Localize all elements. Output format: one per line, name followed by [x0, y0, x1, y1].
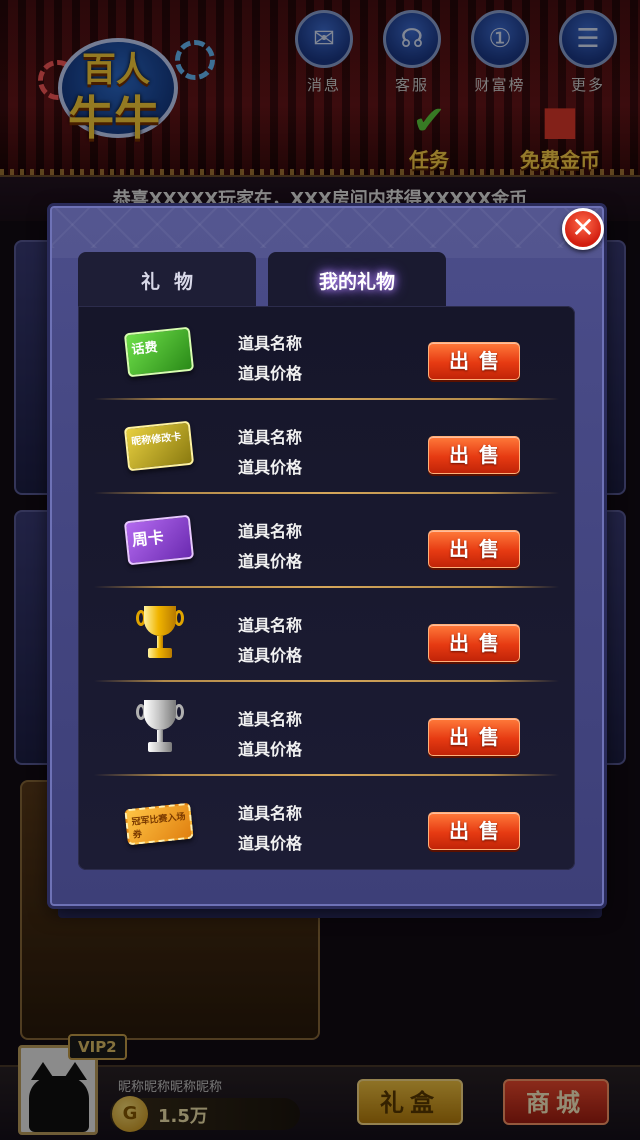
item-icon-text: 昵称修改卡 [123, 420, 195, 472]
item-name: 道具名称 [238, 804, 303, 823]
my-gifts-list: 话费 道具名称 道具价格 出售 昵称修改卡 道具名称 道具价格 出售 周卡 道具… [78, 306, 575, 870]
item-icon-text: 周卡 [123, 514, 195, 566]
rename-card-icon: 昵称修改卡 [122, 418, 198, 474]
list-item: 话费 道具名称 道具价格 出售 [78, 306, 575, 400]
item-name: 道具名称 [238, 616, 303, 635]
week-card-icon: 周卡 [122, 512, 198, 568]
item-price: 道具价格 [238, 646, 303, 665]
sell-button[interactable]: 出售 [428, 342, 520, 380]
item-price: 道具价格 [238, 458, 303, 477]
list-item: 道具名称 道具价格 出售 [78, 588, 575, 682]
item-price: 道具价格 [238, 552, 303, 571]
sell-button[interactable]: 出售 [428, 436, 520, 474]
item-price: 道具价格 [238, 740, 303, 759]
sell-button[interactable]: 出售 [428, 718, 520, 756]
gold-trophy-icon [122, 606, 198, 662]
sell-button[interactable]: 出售 [428, 530, 520, 568]
close-icon: ✕ [571, 211, 595, 244]
item-price: 道具价格 [238, 834, 303, 853]
list-item: 昵称修改卡 道具名称 道具价格 出售 [78, 400, 575, 494]
item-icon-text: 冠军比赛入场券 [124, 802, 194, 846]
item-icon-text: 话费 [123, 326, 195, 378]
list-item: 周卡 道具名称 道具价格 出售 [78, 494, 575, 588]
match-ticket-icon: 冠军比赛入场券 [122, 794, 198, 850]
trophy-shape [136, 606, 184, 662]
item-price: 道具价格 [238, 364, 303, 383]
tab-my-gifts[interactable]: 我的礼物 [268, 252, 446, 310]
tab-gifts[interactable]: 礼物 [78, 252, 256, 310]
sell-button[interactable]: 出售 [428, 624, 520, 662]
list-item: 冠军比赛入场券 道具名称 道具价格 出售 [78, 776, 575, 870]
item-name: 道具名称 [238, 334, 303, 353]
sell-button[interactable]: 出售 [428, 812, 520, 850]
item-name: 道具名称 [238, 710, 303, 729]
phone-credit-card-icon: 话费 [122, 324, 198, 380]
close-button[interactable]: ✕ [562, 208, 604, 250]
item-name: 道具名称 [238, 428, 303, 447]
silver-trophy-icon [122, 700, 198, 756]
item-name: 道具名称 [238, 522, 303, 541]
trophy-shape [136, 700, 184, 756]
list-item: 道具名称 道具价格 出售 [78, 682, 575, 776]
